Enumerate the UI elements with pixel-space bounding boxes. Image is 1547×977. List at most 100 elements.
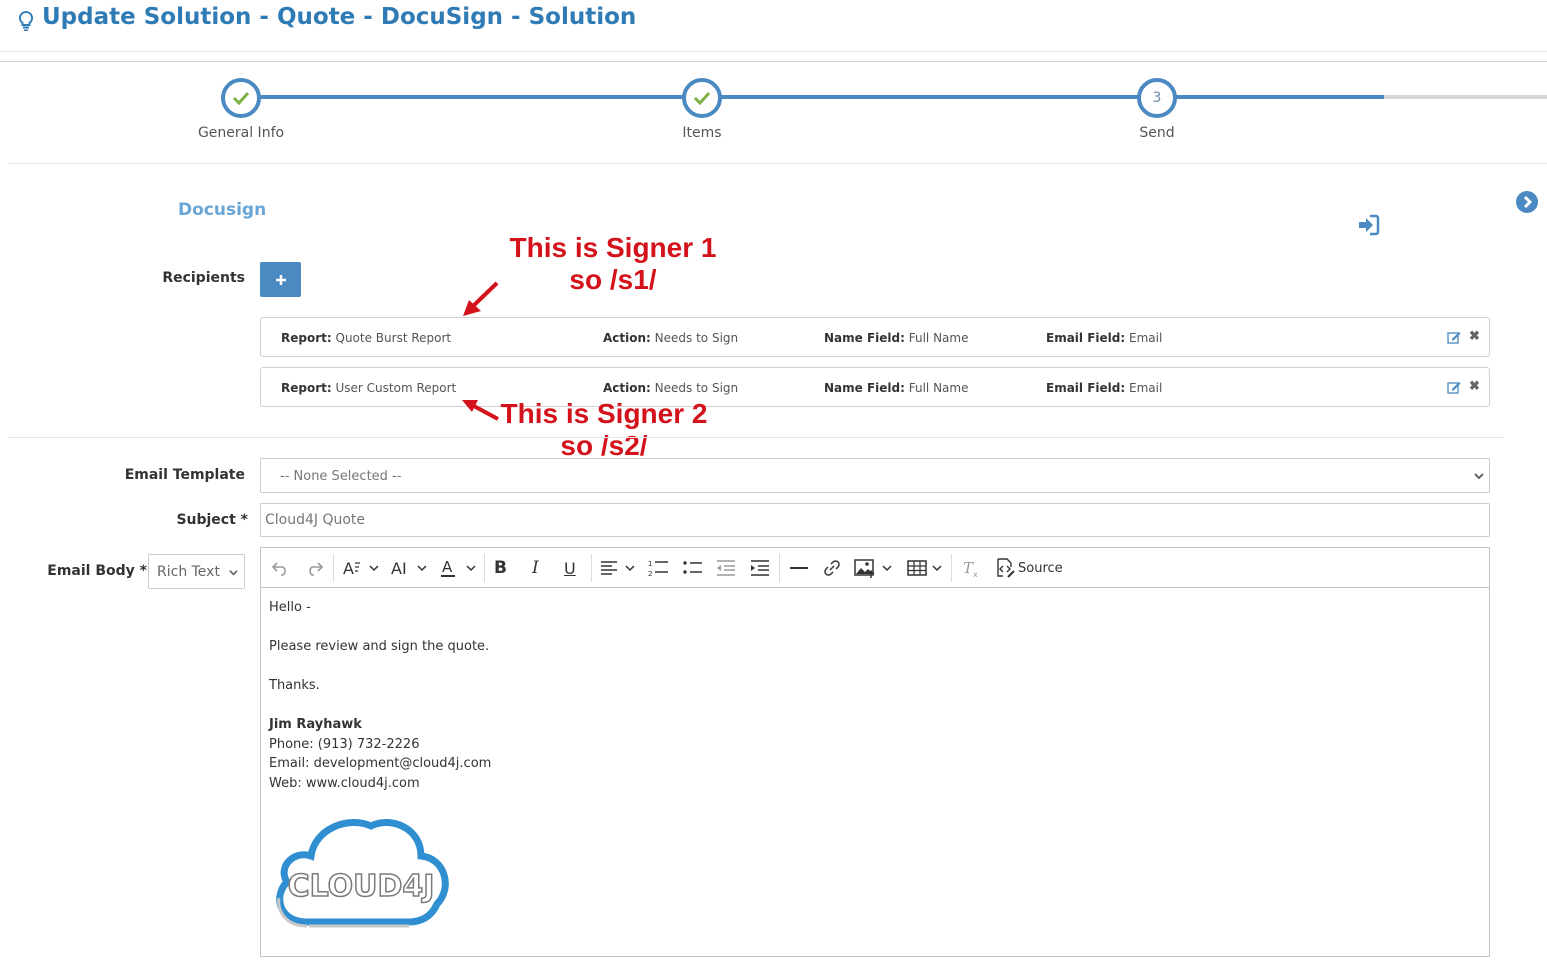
recipient-name-field: Name Field: Full Name bbox=[824, 381, 969, 395]
svg-text:1: 1 bbox=[648, 560, 652, 568]
email-template-value: -- None Selected -- bbox=[280, 469, 402, 484]
recipients-label: Recipients bbox=[162, 270, 245, 286]
toolbar-separator bbox=[333, 554, 334, 582]
cloud4j-logo: CLOUD4J bbox=[276, 819, 449, 928]
email-body-label-text: Email Body bbox=[47, 563, 135, 579]
recipient-report: Report: User Custom Report bbox=[281, 381, 457, 395]
wizard-step-general-info[interactable] bbox=[221, 78, 261, 118]
email-body-label: Email Body * bbox=[40, 563, 147, 579]
toolbar-separator bbox=[779, 554, 780, 582]
subject-label-text: Subject bbox=[176, 512, 236, 528]
subject-label: Subject * bbox=[150, 512, 248, 528]
check-icon bbox=[693, 91, 711, 105]
toolbar-separator bbox=[591, 554, 592, 582]
recipient-name-field: Name Field: Full Name bbox=[824, 331, 969, 345]
annotation-text: so /s1/ bbox=[569, 264, 657, 295]
link-icon[interactable] bbox=[822, 557, 842, 579]
wizard-step-items[interactable] bbox=[682, 78, 722, 118]
signature-web: Web: www.cloud4j.com bbox=[269, 776, 420, 791]
horizontal-line-icon[interactable] bbox=[789, 557, 809, 579]
svg-text:CLOUD4J: CLOUD4J bbox=[288, 869, 435, 904]
wizard-divider bbox=[8, 163, 1547, 164]
svg-text:A: A bbox=[343, 559, 354, 578]
align-icon[interactable] bbox=[599, 557, 639, 579]
recipient-email-field: Email Field: Email bbox=[1046, 331, 1163, 345]
font-family-icon[interactable]: A bbox=[342, 557, 382, 579]
recipient-row: Report: Quote Burst Report Action: Needs… bbox=[260, 317, 1490, 357]
annotation-arrow-icon bbox=[463, 281, 499, 316]
section-title: Docusign bbox=[178, 200, 267, 220]
page-title: Update Solution - Quote - DocuSign - Sol… bbox=[42, 4, 637, 30]
body-format-value: Rich Text bbox=[157, 564, 220, 580]
recipient-row: Report: User Custom Report Action: Needs… bbox=[260, 367, 1490, 407]
image-upload-icon[interactable] bbox=[853, 557, 895, 579]
add-recipient-button[interactable] bbox=[260, 262, 301, 297]
wizard-step-number: 3 bbox=[1152, 90, 1162, 106]
section-divider bbox=[8, 437, 1504, 438]
wizard-progress-completed bbox=[241, 95, 1384, 99]
svg-text:2: 2 bbox=[648, 570, 652, 578]
wizard-step-label: Items bbox=[682, 125, 722, 141]
source-button[interactable]: Source bbox=[994, 557, 1063, 579]
wizard-progress-remaining bbox=[1384, 95, 1547, 99]
chevron-down-icon bbox=[229, 570, 238, 576]
check-icon bbox=[232, 91, 250, 105]
annotation-text: This is Signer 2 bbox=[500, 398, 708, 429]
email-template-label: Email Template bbox=[124, 467, 245, 483]
wizard-step-label: Send bbox=[1139, 125, 1175, 141]
edit-icon[interactable] bbox=[1447, 330, 1461, 344]
annotation-arrow-icon bbox=[462, 400, 499, 421]
svg-text:A: A bbox=[442, 558, 453, 576]
edit-icon[interactable] bbox=[1447, 380, 1461, 394]
outdent-icon[interactable] bbox=[715, 557, 737, 579]
email-message: Please review and sign the quote. bbox=[269, 639, 490, 654]
font-color-icon[interactable]: A bbox=[439, 557, 479, 579]
required-mark: * bbox=[139, 563, 147, 579]
lightbulb-icon bbox=[18, 10, 34, 31]
plus-icon bbox=[275, 274, 286, 285]
annotation-signer-1: This is Signer 1 so /s1/ bbox=[500, 232, 726, 296]
recipient-action: Action: Needs to Sign bbox=[603, 331, 739, 345]
body-format-select[interactable]: Rich Text bbox=[148, 554, 245, 589]
editor-toolbar: A AI A B I U 12 Tx Source bbox=[261, 548, 1489, 588]
signature-phone: Phone: (913) 732-2226 bbox=[269, 737, 420, 752]
sign-in-icon[interactable] bbox=[1356, 214, 1380, 236]
source-icon bbox=[997, 558, 1015, 578]
font-size-icon[interactable]: AI bbox=[390, 557, 430, 579]
svg-text:x: x bbox=[973, 570, 978, 578]
italic-icon[interactable]: I bbox=[532, 557, 539, 579]
wizard-step-label: General Info bbox=[197, 125, 285, 141]
undo-icon[interactable] bbox=[271, 557, 291, 579]
redo-icon[interactable] bbox=[304, 557, 324, 579]
required-mark: * bbox=[240, 512, 248, 528]
rich-text-editor[interactable]: A AI A B I U 12 Tx Source Hello - Please… bbox=[260, 547, 1490, 957]
chevron-right-circle-icon[interactable] bbox=[1515, 190, 1539, 214]
subject-input[interactable] bbox=[260, 503, 1490, 537]
email-template-select[interactable]: -- None Selected -- bbox=[260, 458, 1490, 493]
header-divider bbox=[0, 61, 1547, 62]
remove-format-icon[interactable]: Tx bbox=[961, 557, 981, 579]
signature-name: Jim Rayhawk bbox=[269, 717, 362, 732]
remove-icon[interactable]: ✖ bbox=[1469, 379, 1481, 393]
table-icon[interactable] bbox=[906, 557, 946, 579]
recipient-action: Action: Needs to Sign bbox=[603, 381, 739, 395]
wizard-step-send[interactable]: 3 bbox=[1137, 78, 1177, 118]
svg-text:AI: AI bbox=[391, 559, 407, 578]
annotation-signer-2: This is Signer 2 so /s2/ bbox=[490, 398, 718, 462]
underline-icon[interactable]: U bbox=[564, 557, 576, 579]
bold-icon[interactable]: B bbox=[494, 557, 507, 579]
indent-icon[interactable] bbox=[749, 557, 771, 579]
email-greeting: Hello - bbox=[269, 600, 311, 615]
annotation-text: This is Signer 1 bbox=[509, 232, 717, 263]
source-label: Source bbox=[1018, 560, 1063, 576]
recipient-email-field: Email Field: Email bbox=[1046, 381, 1163, 395]
toolbar-separator bbox=[484, 554, 485, 582]
numbered-list-icon[interactable]: 12 bbox=[648, 557, 670, 579]
bullet-list-icon[interactable] bbox=[682, 557, 704, 579]
toolbar-separator bbox=[951, 554, 952, 582]
remove-icon[interactable]: ✖ bbox=[1469, 329, 1481, 343]
chevron-down-icon bbox=[1474, 473, 1484, 480]
email-closing: Thanks. bbox=[269, 678, 320, 693]
recipient-report: Report: Quote Burst Report bbox=[281, 331, 452, 345]
signature-email: Email: development@cloud4j.com bbox=[269, 756, 492, 771]
